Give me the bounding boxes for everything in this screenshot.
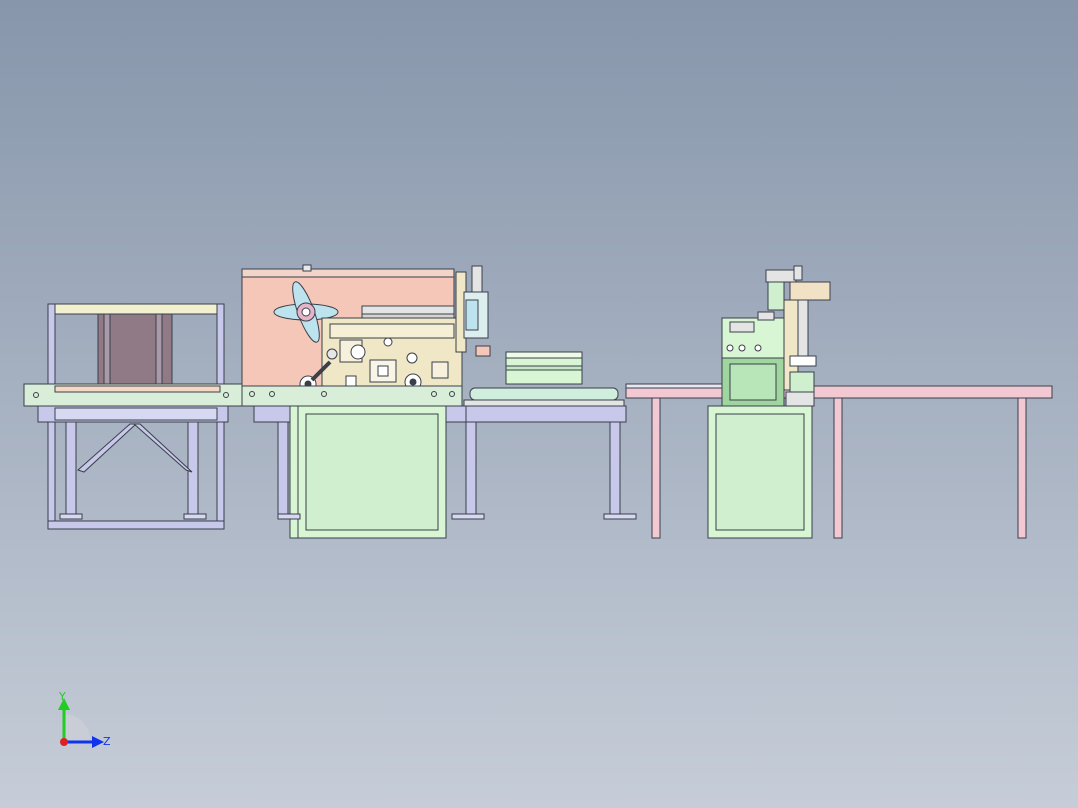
- main-conveyor: [241, 385, 463, 407]
- main-machine[interactable]: [241, 264, 491, 539]
- x-axis-origin: [60, 738, 68, 746]
- right-machine[interactable]: [707, 265, 831, 539]
- y-axis-label: Y: [58, 690, 66, 703]
- green-roller: [469, 387, 619, 401]
- left-rack-frame: [23, 303, 243, 530]
- roller-table: [451, 351, 637, 520]
- axis-triad: Y Z: [58, 690, 111, 748]
- z-axis-label: Z: [103, 735, 111, 748]
- cad-viewport[interactable]: Y Z: [0, 0, 1078, 808]
- output-table: [625, 383, 1053, 539]
